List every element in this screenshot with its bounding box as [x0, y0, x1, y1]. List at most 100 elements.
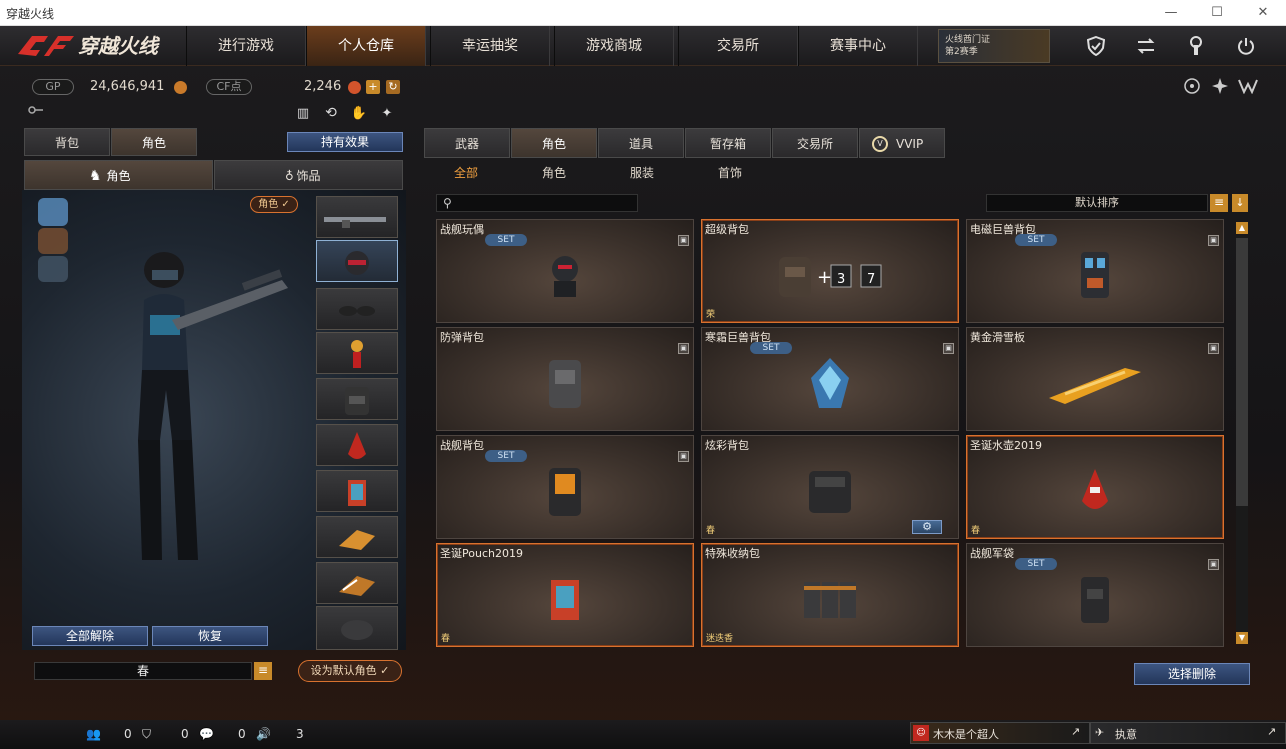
- class-icon-2[interactable]: [38, 228, 68, 254]
- nav-tab-lottery[interactable]: 幸运抽奖: [430, 26, 550, 66]
- slot-weapon[interactable]: [316, 196, 398, 238]
- lock-icon[interactable]: ▣: [1208, 559, 1219, 570]
- lock-icon[interactable]: ▣: [678, 235, 689, 246]
- friend-user-1[interactable]: ☺ 木木是个超人 ↗: [910, 722, 1090, 744]
- lock-icon[interactable]: ▣: [1208, 343, 1219, 354]
- subtab-accessory[interactable]: ♁ 饰品: [214, 160, 403, 190]
- item-card[interactable]: 电磁巨兽背包 SET ▣: [966, 219, 1224, 323]
- chat-icon[interactable]: 💬: [199, 727, 214, 741]
- slot-flask[interactable]: [316, 424, 398, 466]
- gear-icon[interactable]: ⚙: [912, 520, 942, 534]
- right-tab-character[interactable]: 角色: [511, 128, 597, 158]
- expand-icon[interactable]: ↗: [1267, 725, 1276, 738]
- pose-icon[interactable]: ✋: [348, 102, 370, 124]
- shield-status-icon: ⛉: [142, 727, 152, 741]
- lock-icon[interactable]: ▣: [943, 343, 954, 354]
- unequip-all-button[interactable]: 全部解除: [32, 626, 148, 646]
- minimize-button[interactable]: —: [1148, 0, 1194, 26]
- power-icon[interactable]: [1232, 32, 1260, 60]
- preset-field[interactable]: 春: [34, 662, 252, 680]
- slot-helmet[interactable]: [316, 240, 398, 282]
- holding-effect-button[interactable]: 持有效果: [287, 132, 403, 152]
- sort-direction-icon[interactable]: ↓: [1232, 194, 1248, 212]
- subtab-character[interactable]: ♞ 角色: [24, 160, 213, 190]
- item-card[interactable]: 圣诞水壶2019 春: [966, 435, 1224, 539]
- switch-icon[interactable]: [1132, 32, 1160, 60]
- slot-shoes-1[interactable]: [316, 516, 398, 558]
- list-view-icon[interactable]: ≡: [1210, 194, 1228, 212]
- nav-tab-warehouse[interactable]: 个人仓库: [306, 26, 426, 66]
- subtab-accessory-label: 饰品: [296, 169, 321, 183]
- item-card[interactable]: 圣诞Pouch2019 春: [436, 543, 694, 647]
- friend-user-2[interactable]: ✈ 执意 ↗: [1090, 722, 1286, 744]
- right-tab-trade[interactable]: 交易所: [772, 128, 858, 158]
- filter-clothing[interactable]: 服装: [630, 164, 654, 181]
- stats-icon[interactable]: ▥: [292, 102, 314, 124]
- item-card[interactable]: 战舰军袋 SET ▣: [966, 543, 1224, 647]
- item-card[interactable]: 超级背包 +3 7 荣: [701, 219, 959, 323]
- search-icon: ⚲: [443, 196, 452, 210]
- tab-character[interactable]: 角色: [111, 128, 197, 156]
- set-default-character-button[interactable]: 设为默认角色 ✓: [298, 660, 402, 682]
- shield-icon[interactable]: [1082, 32, 1110, 60]
- maximize-button[interactable]: ☐: [1194, 0, 1240, 26]
- scroll-thumb[interactable]: [1236, 238, 1248, 506]
- scroll-up-button[interactable]: ▲: [1236, 222, 1248, 234]
- filter-accessory[interactable]: 首饰: [718, 164, 742, 181]
- nav-tab-shop[interactable]: 游戏商城: [554, 26, 674, 66]
- sparkle-icon[interactable]: [1206, 72, 1234, 100]
- lock-icon[interactable]: ▣: [678, 343, 689, 354]
- slot-shoes-2[interactable]: [316, 562, 398, 604]
- cf-info-button[interactable]: ↻: [386, 80, 400, 94]
- lock-icon[interactable]: ▣: [1208, 235, 1219, 246]
- batch-delete-button[interactable]: 选择删除: [1134, 663, 1250, 685]
- item-icon: [549, 468, 581, 517]
- nav-tab-play[interactable]: 进行游戏: [186, 26, 306, 66]
- item-name: 超级背包: [705, 223, 749, 236]
- season-pass-banner[interactable]: 火线酋门证 第2赛季: [938, 29, 1050, 63]
- slot-glasses[interactable]: [316, 288, 398, 330]
- slot-figure[interactable]: [316, 332, 398, 374]
- brand-w-icon[interactable]: [1234, 72, 1262, 100]
- item-icon: [549, 360, 581, 409]
- role-badge[interactable]: 角色 ✓: [250, 196, 298, 213]
- nav-tab-events[interactable]: 赛事中心: [798, 26, 918, 66]
- restore-button[interactable]: 恢复: [152, 626, 268, 646]
- class-icon-1[interactable]: [38, 198, 68, 226]
- item-card[interactable]: 黄金滑雪板 ▣: [966, 327, 1224, 431]
- right-tab-weapon[interactable]: 武器: [424, 128, 510, 158]
- item-card[interactable]: 防弹背包 ▣: [436, 327, 694, 431]
- lock-icon[interactable]: ▣: [678, 451, 689, 462]
- slot-pouch[interactable]: [316, 470, 398, 512]
- nav-tab-trade[interactable]: 交易所: [678, 26, 798, 66]
- right-tab-items[interactable]: 道具: [598, 128, 684, 158]
- volume-icon[interactable]: 🔊: [256, 727, 271, 741]
- target-icon[interactable]: [1178, 72, 1206, 100]
- scroll-down-button[interactable]: ▼: [1236, 632, 1248, 644]
- add-cf-button[interactable]: +: [366, 80, 380, 94]
- right-tab-vvip[interactable]: V VVIP: [859, 128, 945, 158]
- item-card[interactable]: 战舰背包 SET ▣: [436, 435, 694, 539]
- filter-all[interactable]: 全部: [454, 164, 478, 181]
- slot-backpack[interactable]: [316, 378, 398, 420]
- close-button[interactable]: ✕: [1240, 0, 1286, 26]
- filter-character[interactable]: 角色: [542, 164, 566, 181]
- rotate-icon[interactable]: ⟲: [320, 102, 342, 124]
- item-card[interactable]: 炫彩背包 春 ⚙: [701, 435, 959, 539]
- preset-list-icon[interactable]: ≡: [254, 662, 272, 680]
- search-input[interactable]: ⚲: [436, 194, 638, 212]
- cf-logo: 穿越火线: [14, 30, 174, 62]
- class-icon-3[interactable]: [38, 256, 68, 282]
- item-tag: 春: [706, 526, 716, 536]
- right-tab-storage[interactable]: 暂存箱: [685, 128, 771, 158]
- slot-empty[interactable]: [316, 606, 398, 650]
- effect-icon[interactable]: ✦: [376, 102, 398, 124]
- item-tag: 迷迭香: [706, 634, 734, 644]
- wrench-icon[interactable]: [1182, 32, 1210, 60]
- tab-backpack[interactable]: 背包: [24, 128, 110, 156]
- expand-icon[interactable]: ↗: [1071, 725, 1080, 738]
- sort-select[interactable]: 默认排序: [986, 194, 1208, 212]
- item-card[interactable]: 寒霜巨兽背包 SET ▣: [701, 327, 959, 431]
- item-card[interactable]: 特殊收纳包 迷迭香: [701, 543, 959, 647]
- item-card[interactable]: 战舰玩偶 SET ▣: [436, 219, 694, 323]
